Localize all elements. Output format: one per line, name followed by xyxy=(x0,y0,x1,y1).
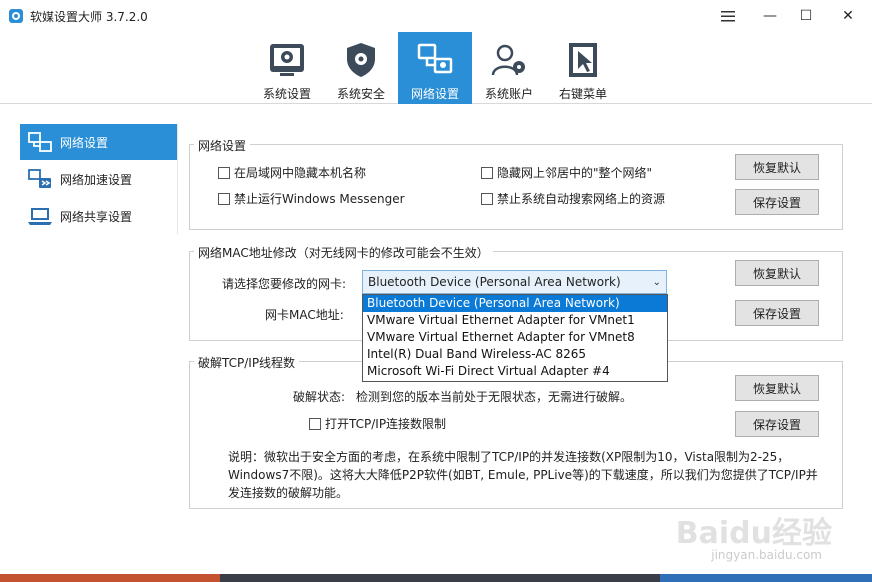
users-icon xyxy=(489,40,529,80)
tab-label: 网络设置 xyxy=(410,87,459,101)
hamburger-icon xyxy=(721,11,735,22)
tab-label: 系统账户 xyxy=(484,87,533,101)
system-settings-icon xyxy=(267,40,307,80)
checkbox-label: 隐藏网上邻居中的"整个网络" xyxy=(497,166,653,180)
taskbar-segment xyxy=(660,574,872,582)
network-save-button[interactable]: 保存设置 xyxy=(735,189,819,215)
taskbar-segment xyxy=(0,574,220,582)
checkbox-box[interactable] xyxy=(218,166,230,179)
group-title: 网络MAC地址修改（对无线网卡的修改可能会不生效） xyxy=(194,244,493,261)
tcp-restore-default-button[interactable]: 恢复默认 xyxy=(735,375,819,401)
mac-restore-default-button[interactable]: 恢复默认 xyxy=(735,260,819,286)
maximize-icon: ☐ xyxy=(799,8,813,24)
checkbox-label: 打开TCP/IP连接数限制 xyxy=(325,417,447,431)
group-title: 破解TCP/IP线程数 xyxy=(194,354,300,371)
hide-computer-name-checkbox[interactable]: 在局域网中隐藏本机名称 xyxy=(218,164,366,181)
menu-button[interactable] xyxy=(710,0,746,32)
title-bar: 软媒设置大师 3.7.2.0 — ☐ ✕ xyxy=(0,0,872,32)
hide-entire-network-checkbox[interactable]: 隐藏网上邻居中的"整个网络" xyxy=(481,164,652,181)
checkbox-label: 在局域网中隐藏本机名称 xyxy=(234,166,367,180)
checkbox-label: 禁止运行Windows Messenger xyxy=(234,192,405,206)
baidu-watermark-url: jingyan.baidu.com xyxy=(711,548,822,562)
shield-icon xyxy=(341,40,381,80)
adapter-dropdown-list[interactable]: Bluetooth Device (Personal Area Network)… xyxy=(362,294,668,382)
tab-label: 系统安全 xyxy=(336,87,385,101)
adapter-select-label: 请选择您要修改的网卡: xyxy=(222,277,347,291)
disable-messenger-checkbox[interactable]: 禁止运行Windows Messenger xyxy=(218,190,405,207)
window-title: 软媒设置大师 3.7.2.0 xyxy=(30,10,148,24)
app-logo-icon xyxy=(9,9,23,23)
mac-save-button[interactable]: 保存设置 xyxy=(735,300,819,326)
tab-label: 系统设置 xyxy=(262,87,311,101)
crack-status-label: 破解状态: xyxy=(293,390,346,404)
adapter-select-value: Bluetooth Device (Personal Area Network) xyxy=(368,275,621,289)
cursor-menu-icon xyxy=(563,40,603,80)
checkbox-box[interactable] xyxy=(481,192,493,205)
network-icon xyxy=(26,131,54,153)
disable-auto-search-checkbox[interactable]: 禁止系统自动搜索网络上的资源 xyxy=(481,190,665,207)
tcp-description: 说明：微软出于安全方面的考虑，在系统中限制了TCP/IP的并发连接数(XP限制为… xyxy=(228,450,818,500)
checkbox-box[interactable] xyxy=(218,192,230,205)
taskbar-strip xyxy=(0,574,872,582)
close-button[interactable]: ✕ xyxy=(826,0,870,32)
sidebar-item-label: 网络设置 xyxy=(60,135,109,150)
adapter-option[interactable]: Microsoft Wi-Fi Direct Virtual Adapter #… xyxy=(363,363,667,380)
adapter-select[interactable]: Bluetooth Device (Personal Area Network)… xyxy=(362,270,667,294)
network-restore-default-button[interactable]: 恢复默认 xyxy=(735,154,819,180)
chevron-down-icon: ⌄ xyxy=(652,277,661,288)
minimize-icon: — xyxy=(763,8,777,24)
close-icon: ✕ xyxy=(842,8,854,24)
maximize-button[interactable]: ☐ xyxy=(788,0,824,32)
accelerate-icon xyxy=(26,168,54,190)
sidebar-item-network-sharing[interactable]: 网络共享设置 xyxy=(20,198,177,234)
main-toolbar: 系统设置 系统安全 网络设置 系统账户 右键菜单 xyxy=(0,32,872,104)
checkbox-box[interactable] xyxy=(481,166,493,179)
checkbox-box[interactable] xyxy=(309,417,321,430)
crack-status-text: 检测到您的版本当前处于无限状态，无需进行破解。 xyxy=(356,390,633,404)
taskbar-segment xyxy=(220,574,660,582)
sidebar-item-label: 网络共享设置 xyxy=(60,209,133,224)
adapter-option[interactable]: Bluetooth Device (Personal Area Network) xyxy=(363,295,667,312)
tab-system-accounts[interactable]: 系统账户 xyxy=(472,32,546,104)
sidebar-item-network-settings[interactable]: 网络设置 xyxy=(20,124,177,160)
tab-system-settings[interactable]: 系统设置 xyxy=(250,32,324,104)
tab-label: 右键菜单 xyxy=(558,87,607,101)
adapter-option[interactable]: VMware Virtual Ethernet Adapter for VMne… xyxy=(363,312,667,329)
tab-network-settings[interactable]: 网络设置 xyxy=(398,32,472,104)
sidebar-item-label: 网络加速设置 xyxy=(60,172,133,187)
laptop-share-icon xyxy=(26,205,54,227)
tab-context-menu[interactable]: 右键菜单 xyxy=(546,32,620,104)
checkbox-label: 禁止系统自动搜索网络上的资源 xyxy=(497,192,666,206)
open-tcp-limit-checkbox[interactable]: 打开TCP/IP连接数限制 xyxy=(309,415,446,432)
baidu-watermark: Baidu经验 xyxy=(675,516,832,551)
tab-system-security[interactable]: 系统安全 xyxy=(324,32,398,104)
network-icon xyxy=(415,40,455,80)
group-title: 网络设置 xyxy=(194,137,251,154)
adapter-option[interactable]: VMware Virtual Ethernet Adapter for VMne… xyxy=(363,329,667,346)
tcp-save-button[interactable]: 保存设置 xyxy=(735,411,819,437)
sidebar-item-network-acceleration[interactable]: 网络加速设置 xyxy=(20,161,177,197)
mac-address-label: 网卡MAC地址: xyxy=(265,308,344,322)
sidebar: 网络设置 网络加速设置 网络共享设置 xyxy=(20,124,178,234)
adapter-option[interactable]: Intel(R) Dual Band Wireless-AC 8265 xyxy=(363,346,667,363)
minimize-button[interactable]: — xyxy=(752,0,788,32)
